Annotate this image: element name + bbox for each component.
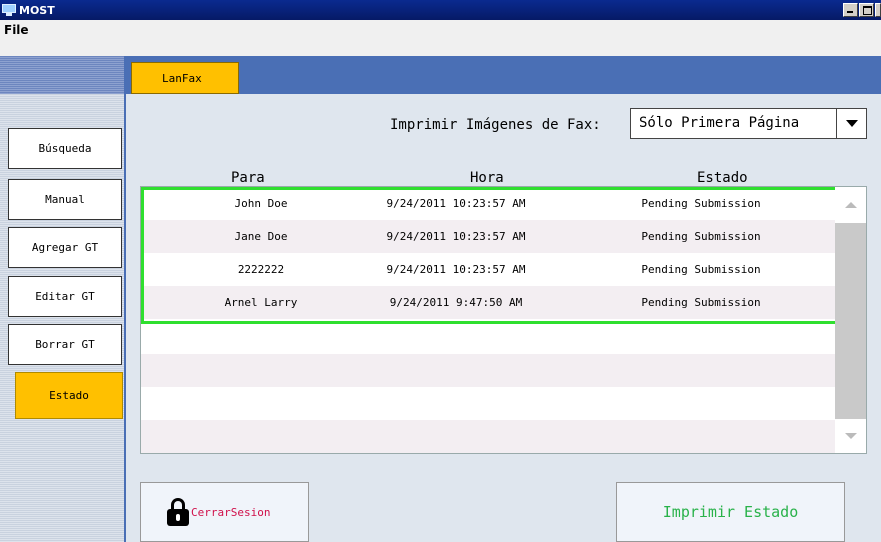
cell-estado: Pending Submission xyxy=(641,197,761,210)
minimize-button[interactable] xyxy=(843,3,858,17)
lock-icon xyxy=(167,498,189,526)
sidebar-item-busqueda[interactable]: Búsqueda xyxy=(8,128,122,169)
window-title: MOST xyxy=(19,3,55,17)
monitor-icon xyxy=(2,4,16,16)
status-table: John Doe 9/24/2011 10:23:57 AM Pending S… xyxy=(140,186,838,454)
maximize-button[interactable] xyxy=(859,3,874,17)
title-bar: MOST xyxy=(0,0,881,20)
sidebar-item-borrar-gt[interactable]: Borrar GT xyxy=(8,324,122,365)
column-header-hora[interactable]: Hora xyxy=(470,170,504,186)
sidebar: Búsqueda Manual Agregar GT Editar GT Bor… xyxy=(0,56,124,542)
sidebar-item-manual[interactable]: Manual xyxy=(8,179,122,220)
window-controls xyxy=(842,3,881,17)
cell-hora: 9/24/2011 9:47:50 AM xyxy=(389,296,523,309)
table-row[interactable]: 2222222 9/24/2011 10:23:57 AM Pending Su… xyxy=(141,253,835,286)
scroll-up-arrow-icon[interactable] xyxy=(835,187,866,223)
table-row[interactable]: Arnel Larry 9/24/2011 9:47:50 AM Pending… xyxy=(141,286,835,319)
empty-row xyxy=(141,387,835,420)
menu-bar: File xyxy=(0,20,881,56)
table-scrollbar[interactable] xyxy=(835,186,867,454)
main-panel: LanFax Imprimir Imágenes de Fax: Sólo Pr… xyxy=(124,56,881,542)
column-header-para[interactable]: Para xyxy=(231,170,265,186)
print-status-button[interactable]: Imprimir Estado xyxy=(616,482,845,542)
empty-row xyxy=(141,321,835,354)
logout-label: CerrarSesion xyxy=(191,505,271,519)
empty-row xyxy=(141,420,835,453)
cell-para: Jane Doe xyxy=(234,230,288,243)
cell-hora: 9/24/2011 10:23:57 AM xyxy=(386,263,526,276)
cell-hora: 9/24/2011 10:23:57 AM xyxy=(386,230,526,243)
scroll-down-arrow-icon[interactable] xyxy=(835,419,866,453)
tab-lanfax[interactable]: LanFax xyxy=(131,62,239,94)
cell-para: Arnel Larry xyxy=(224,296,298,309)
menu-file[interactable]: File xyxy=(4,23,29,37)
print-images-select[interactable]: Sólo Primera Página xyxy=(630,108,867,139)
sidebar-header-band xyxy=(0,56,124,94)
empty-row xyxy=(141,354,835,387)
table-row[interactable]: John Doe 9/24/2011 10:23:57 AM Pending S… xyxy=(141,187,835,220)
cell-para: 2222222 xyxy=(237,263,285,276)
chevron-down-icon[interactable] xyxy=(836,109,866,138)
print-images-selected-value: Sólo Primera Página xyxy=(639,115,800,131)
cell-hora: 9/24/2011 10:23:57 AM xyxy=(386,197,526,210)
sidebar-item-agregar-gt[interactable]: Agregar GT xyxy=(8,227,122,268)
sidebar-item-estado[interactable]: Estado xyxy=(15,372,123,419)
table-row[interactable]: Jane Doe 9/24/2011 10:23:57 AM Pending S… xyxy=(141,220,835,253)
close-button[interactable] xyxy=(875,3,881,17)
cell-estado: Pending Submission xyxy=(641,296,761,309)
cell-para: John Doe xyxy=(234,197,288,210)
print-images-label: Imprimir Imágenes de Fax: xyxy=(390,117,601,133)
cell-estado: Pending Submission xyxy=(641,230,761,243)
scroll-thumb[interactable] xyxy=(835,223,866,419)
tab-band: LanFax xyxy=(126,56,881,94)
cell-estado: Pending Submission xyxy=(641,263,761,276)
column-header-estado[interactable]: Estado xyxy=(697,170,748,186)
logout-button[interactable]: CerrarSesion xyxy=(140,482,309,542)
sidebar-item-editar-gt[interactable]: Editar GT xyxy=(8,276,122,317)
